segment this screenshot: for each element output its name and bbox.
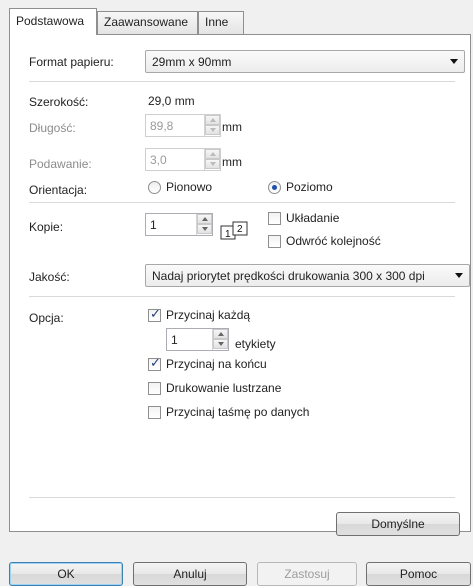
copies-spinner[interactable]: 1 bbox=[145, 213, 213, 236]
tab-other-label: Inne bbox=[205, 15, 229, 29]
paper-format-value: 29mm x 90mm bbox=[152, 55, 232, 69]
tab-advanced[interactable]: Zaawansowane bbox=[97, 11, 198, 34]
svg-text:2: 2 bbox=[237, 224, 243, 235]
separator bbox=[29, 202, 455, 203]
ok-button[interactable]: OK bbox=[9, 562, 123, 586]
cut-every-checkbox[interactable] bbox=[148, 307, 161, 322]
separator bbox=[29, 296, 455, 297]
mirror-print-label[interactable]: Drukowanie lustrzane bbox=[166, 381, 281, 395]
spin-up-icon[interactable] bbox=[197, 214, 212, 224]
apply-button-label: Zastosuj bbox=[284, 567, 330, 581]
spin-down-icon bbox=[205, 159, 220, 169]
collate-checkbox[interactable] bbox=[268, 212, 281, 225]
landscape-label[interactable]: Poziomo bbox=[286, 180, 333, 194]
cut-tape-label[interactable]: Przycinaj taśmę po danych bbox=[166, 405, 309, 419]
help-button-label: Pomoc bbox=[399, 567, 438, 581]
help-button[interactable]: Pomoc bbox=[366, 562, 471, 586]
spin-up-icon bbox=[205, 149, 220, 159]
tab-basic[interactable]: Podstawowa bbox=[9, 8, 97, 35]
portrait-label[interactable]: Pionowo bbox=[166, 180, 212, 194]
cut-at-end-label[interactable]: Przycinaj na końcu bbox=[166, 357, 267, 371]
defaults-button[interactable]: Domyślne bbox=[336, 512, 460, 536]
tab-advanced-label: Zaawansowane bbox=[104, 15, 189, 29]
orientation-label: Orientacja: bbox=[29, 183, 88, 197]
copies-value: 1 bbox=[150, 218, 157, 232]
quality-label: Jakość: bbox=[29, 270, 70, 284]
labels-unit: etykiety bbox=[235, 337, 276, 351]
chevron-down-icon bbox=[450, 59, 458, 64]
feed-spinner: 3,0 bbox=[145, 148, 221, 171]
cut-count-value: 1 bbox=[171, 333, 178, 347]
quality-select[interactable]: Nadaj priorytet prędkości drukowania 300… bbox=[145, 264, 470, 287]
cancel-button-label: Anuluj bbox=[173, 567, 207, 581]
cut-count-spinner[interactable]: 1 bbox=[166, 328, 229, 351]
reverse-order-checkbox[interactable] bbox=[268, 235, 281, 248]
reverse-order-label[interactable]: Odwróć kolejność bbox=[286, 234, 381, 248]
cancel-button[interactable]: Anuluj bbox=[133, 562, 247, 586]
length-label: Długość: bbox=[29, 121, 76, 135]
portrait-radio[interactable] bbox=[148, 181, 161, 194]
separator bbox=[29, 497, 455, 498]
spin-down-icon[interactable] bbox=[213, 339, 228, 349]
collate-label[interactable]: Układanie bbox=[286, 211, 339, 225]
cut-every-label[interactable]: Przycinaj każdą bbox=[166, 308, 250, 322]
ok-button-label: OK bbox=[57, 567, 75, 581]
paper-format-label: Format papieru: bbox=[29, 55, 114, 69]
landscape-radio[interactable] bbox=[268, 181, 281, 194]
feed-unit: mm bbox=[222, 155, 242, 169]
tab-basic-label: Podstawowa bbox=[16, 14, 85, 28]
length-unit: mm bbox=[222, 120, 242, 134]
chevron-down-icon bbox=[455, 273, 463, 278]
feed-label: Podawanie: bbox=[29, 157, 92, 171]
feed-value: 3,0 bbox=[150, 153, 167, 167]
mirror-print-checkbox[interactable] bbox=[148, 382, 161, 395]
defaults-button-label: Domyślne bbox=[371, 517, 425, 531]
tab-other[interactable]: Inne bbox=[198, 11, 244, 34]
spin-down-icon bbox=[205, 125, 220, 135]
width-label: Szerokość: bbox=[29, 95, 89, 109]
quality-value: Nadaj priorytet prędkości drukowania 300… bbox=[152, 269, 425, 283]
spin-down-icon[interactable] bbox=[197, 224, 212, 234]
width-value: 29,0 mm bbox=[148, 94, 195, 108]
cut-tape-checkbox[interactable] bbox=[148, 406, 161, 419]
length-value: 89,8 bbox=[150, 119, 174, 133]
svg-text:1: 1 bbox=[225, 229, 231, 240]
spin-up-icon bbox=[205, 115, 220, 125]
separator bbox=[29, 81, 455, 82]
option-label: Opcja: bbox=[29, 311, 64, 325]
paper-format-select[interactable]: 29mm x 90mm bbox=[145, 50, 465, 73]
spin-up-icon[interactable] bbox=[213, 329, 228, 339]
apply-button[interactable]: Zastosuj bbox=[257, 562, 357, 586]
copies-label: Kopie: bbox=[29, 220, 64, 234]
cut-at-end-checkbox[interactable] bbox=[148, 356, 161, 371]
collate-icon: 1 2 bbox=[220, 221, 248, 240]
length-spinner: 89,8 bbox=[145, 114, 221, 137]
